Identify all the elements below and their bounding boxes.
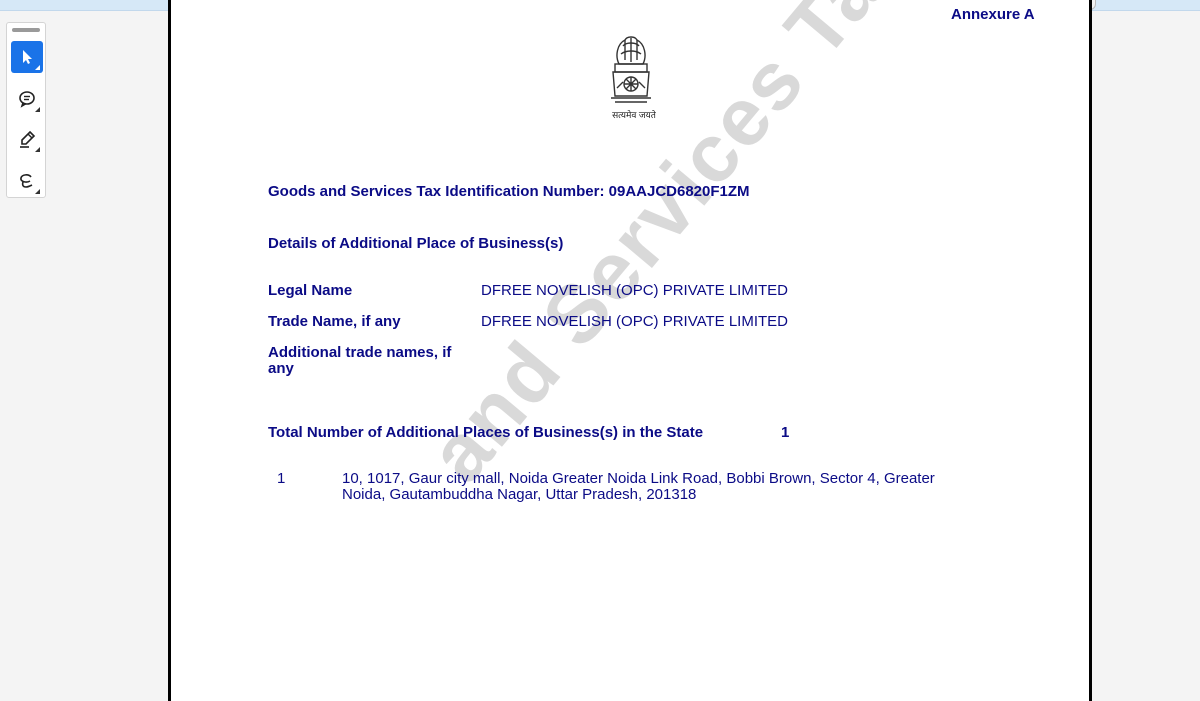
legal-name-value: DFREE NOVELISH (OPC) PRIVATE LIMITED <box>481 282 788 299</box>
gstin-value: 09AAJCD6820F1ZM <box>608 183 750 200</box>
select-tool-button[interactable] <box>11 41 43 73</box>
national-emblem-icon <box>611 36 651 103</box>
trade-name-value: DFREE NOVELISH (OPC) PRIVATE LIMITED <box>481 313 788 330</box>
section-title: Details of Additional Place of Business(… <box>268 235 564 252</box>
gstin-line: Goods and Services Tax Identification Nu… <box>268 183 750 200</box>
total-places-value: 1 <box>781 424 790 441</box>
document-page: and Services Tax Annexure A सत्यमेव जयते… <box>168 0 1092 701</box>
trade-name-label: Trade Name, if any <box>268 313 401 330</box>
highlight-tool-button[interactable] <box>11 123 43 155</box>
toolbar-drag-handle[interactable] <box>12 28 40 32</box>
comment-icon <box>19 91 35 108</box>
legal-name-label: Legal Name <box>268 282 353 299</box>
emblem-motto: सत्यमेव जयते <box>612 110 656 120</box>
place-address-line1: 10, 1017, Gaur city mall, Noida Greater … <box>342 470 935 487</box>
draw-lasso-icon <box>20 174 33 188</box>
select-cursor-icon <box>23 50 32 64</box>
annotation-toolbar <box>6 22 46 198</box>
gstin-label: Goods and Services Tax Identification Nu… <box>268 183 605 200</box>
comment-tool-button[interactable] <box>11 83 43 115</box>
highlight-pen-icon <box>20 130 36 148</box>
place-index: 1 <box>277 470 286 487</box>
additional-trade-names-label-line1: Additional trade names, if <box>268 344 452 361</box>
annexure-label: Annexure A <box>951 6 1035 23</box>
draw-tool-button[interactable] <box>11 165 43 197</box>
place-address-line2: Noida, Gautambuddha Nagar, Uttar Pradesh… <box>342 486 697 503</box>
total-places-label: Total Number of Additional Places of Bus… <box>268 424 704 441</box>
additional-trade-names-label-line2: any <box>268 360 294 377</box>
